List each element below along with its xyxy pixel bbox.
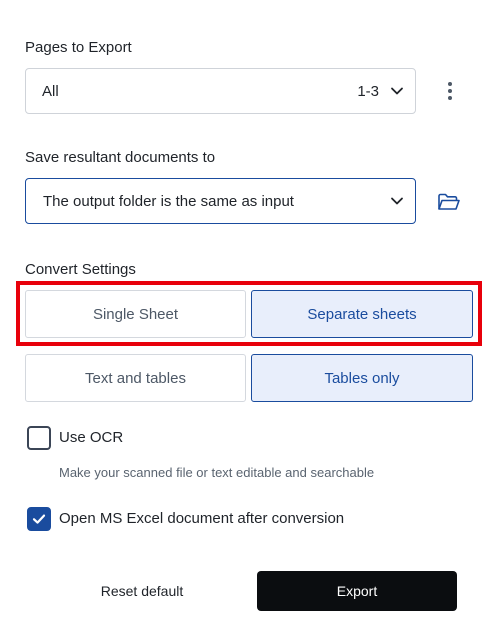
use-ocr-label: Use OCR [59, 429, 124, 446]
text-and-tables-button[interactable]: Text and tables [25, 354, 246, 402]
checkmark-icon [32, 514, 46, 524]
pages-range: 1-3 [357, 82, 379, 100]
pages-to-export-label: Pages to Export [25, 39, 132, 56]
save-documents-label: Save resultant documents to [25, 149, 216, 166]
reset-default-button[interactable]: Reset default [60, 571, 224, 611]
ocr-hint-text: Make your scanned file or text editable … [59, 465, 375, 480]
export-button[interactable]: Export [257, 571, 457, 611]
pages-selected-value: All [42, 82, 59, 100]
chevron-down-icon [389, 193, 405, 209]
chevron-down-icon [389, 83, 405, 99]
open-excel-checkbox[interactable] [27, 507, 51, 531]
open-excel-label: Open MS Excel document after conversion [59, 510, 345, 527]
folder-open-icon[interactable] [436, 189, 462, 215]
convert-settings-label: Convert Settings [25, 261, 136, 278]
pages-dropdown[interactable]: All 1-3 [25, 68, 416, 114]
use-ocr-checkbox[interactable] [27, 426, 51, 450]
output-folder-selected-value: The output folder is the same as input [43, 192, 294, 210]
single-sheet-button[interactable]: Single Sheet [25, 290, 246, 338]
separate-sheets-button[interactable]: Separate sheets [251, 290, 473, 338]
tables-only-button[interactable]: Tables only [251, 354, 473, 402]
more-vertical-icon[interactable] [438, 78, 462, 104]
output-folder-dropdown[interactable]: The output folder is the same as input [25, 178, 416, 224]
